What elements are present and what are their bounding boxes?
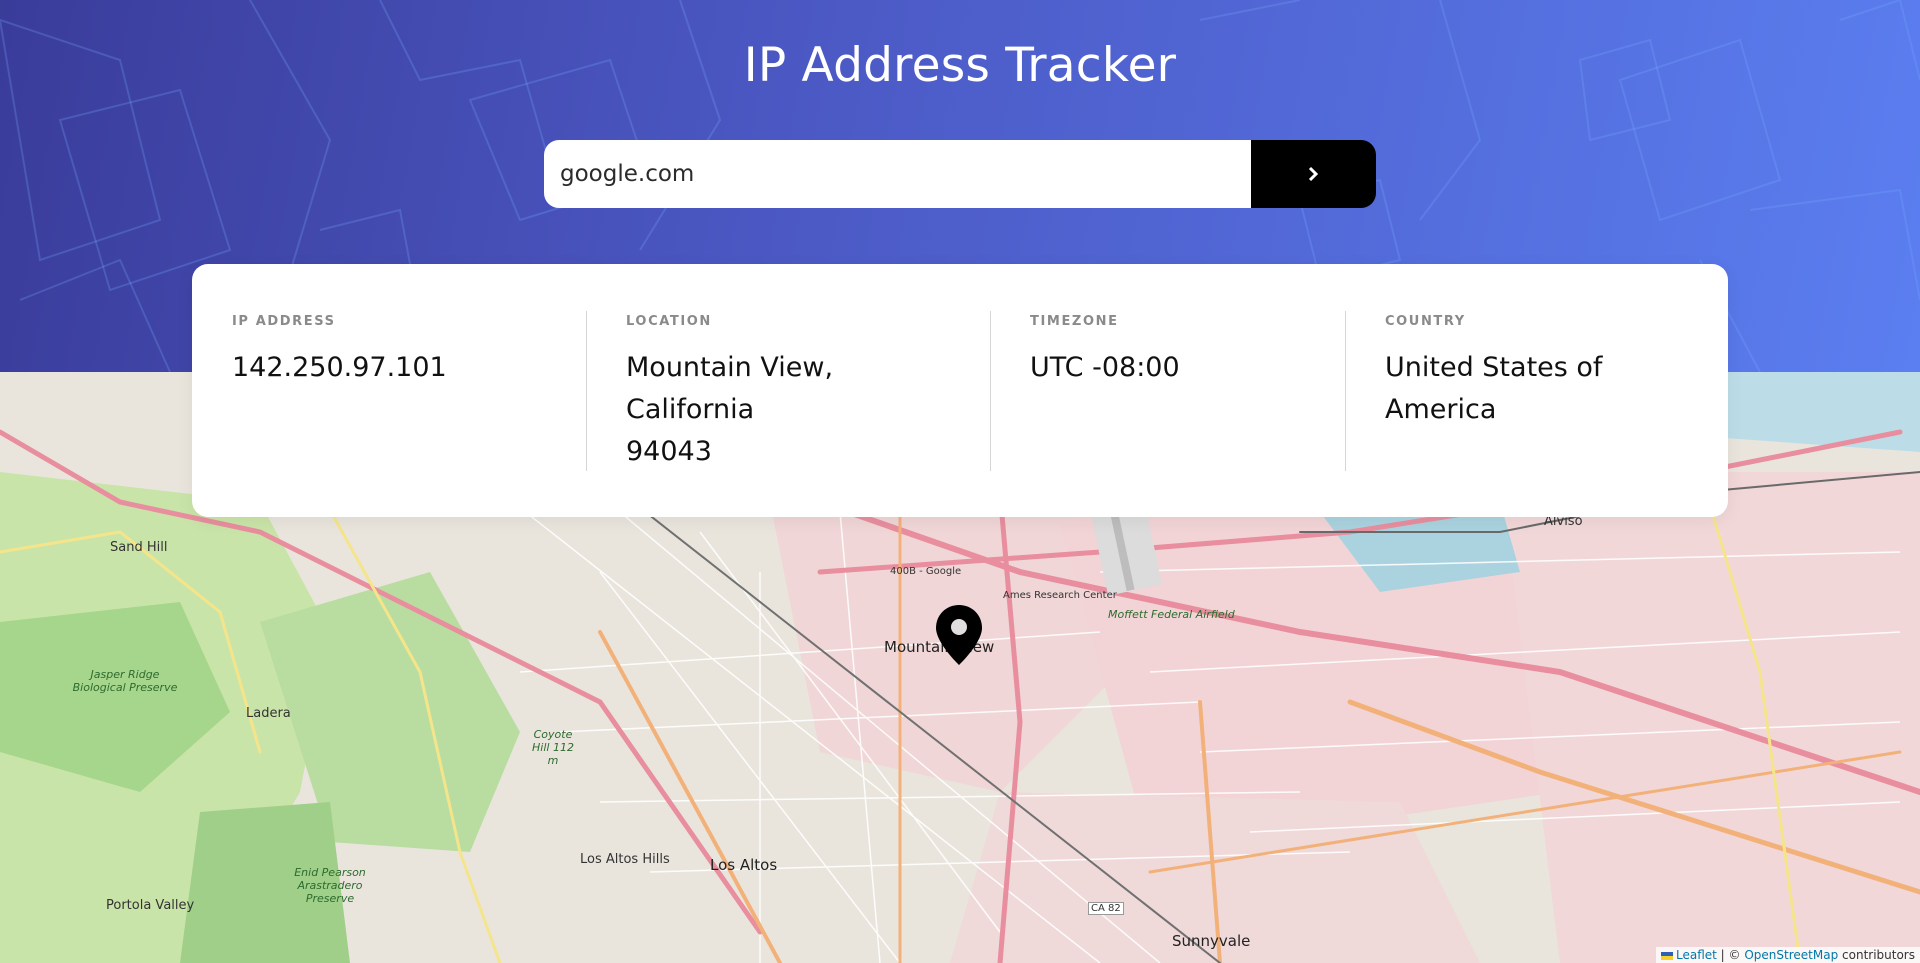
map-label-portola-valley: Portola Valley <box>106 898 195 913</box>
map-label-ca82: CA 82 <box>1088 902 1124 915</box>
ip-address-section: IP ADDRESS 142.250.97.101 <box>192 311 586 517</box>
location-line-3: 94043 <box>626 436 712 467</box>
country-value: United States of America <box>1385 347 1728 431</box>
osm-link[interactable]: OpenStreetMap <box>1744 948 1838 962</box>
map-label-ladera: Ladera <box>246 706 291 721</box>
ukraine-flag-icon <box>1661 951 1673 960</box>
country-line-1: United States of <box>1385 352 1603 383</box>
timezone-label: TIMEZONE <box>1030 314 1119 329</box>
location-section: LOCATION Mountain View, California 94043 <box>586 311 990 517</box>
page-title: IP Address Tracker <box>743 38 1177 93</box>
map-label-los-altos: Los Altos <box>710 856 778 874</box>
location-pin-icon[interactable] <box>934 603 984 667</box>
map-label-ames: Ames Research Center <box>1003 590 1117 601</box>
search-bar <box>544 140 1376 208</box>
ip-info-card: IP ADDRESS 142.250.97.101 LOCATION Mount… <box>192 264 1728 517</box>
divider <box>990 311 991 471</box>
ip-address-value: 142.250.97.101 <box>232 352 447 383</box>
chevron-right-icon <box>1308 166 1318 182</box>
divider <box>586 311 587 471</box>
map-label-los-altos-hills: Los Altos Hills <box>580 852 670 867</box>
country-section: COUNTRY United States of America <box>1345 311 1728 517</box>
attribution-suffix: contributors <box>1838 948 1915 962</box>
timezone-section: TIMEZONE UTC -08:00 <box>990 311 1345 517</box>
timezone-value: UTC -08:00 <box>1030 352 1180 383</box>
map-label-enid: Enid Pearson Arastradero Preserve <box>294 866 366 905</box>
map-attribution: Leaflet | © OpenStreetMap contributors <box>1656 947 1920 963</box>
divider <box>1345 311 1346 471</box>
map-label-sand-hill: Sand Hill <box>110 540 168 555</box>
country-line-2: America <box>1385 394 1497 425</box>
location-label: LOCATION <box>626 314 712 329</box>
location-line-2: California <box>626 394 755 425</box>
map-label-sunnyvale: Sunnyvale <box>1172 932 1251 950</box>
map-label-google: 400B - Google <box>890 566 962 577</box>
map-label-moffett: Moffett Federal Airfield <box>1108 608 1235 621</box>
attribution-separator: | © <box>1716 948 1745 962</box>
location-value: Mountain View, California 94043 <box>626 347 990 473</box>
search-input[interactable] <box>544 140 1251 208</box>
map-label-coyote: Coyote Hill 112 m <box>532 728 574 767</box>
map-label-jasper: Jasper Ridge Biological Preserve <box>72 668 178 694</box>
location-line-1: Mountain View, <box>626 352 834 383</box>
search-submit-button[interactable] <box>1251 140 1376 208</box>
ip-address-label: IP ADDRESS <box>232 314 336 329</box>
leaflet-link[interactable]: Leaflet <box>1676 948 1717 962</box>
country-label: COUNTRY <box>1385 314 1466 329</box>
